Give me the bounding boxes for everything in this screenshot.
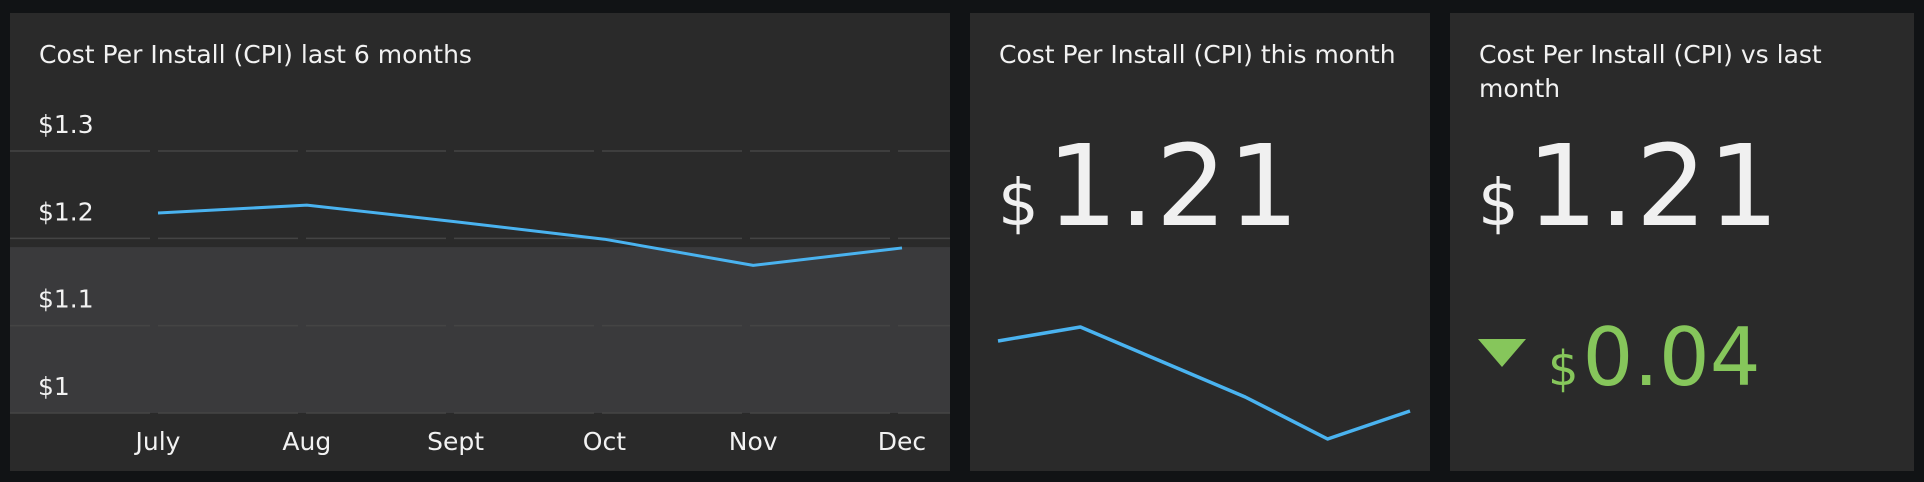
cpi-trend-panel: $1.3 $1.2 $1.1 $1 July Aug Sept Oct Nov Dec Cost … bbox=[10, 13, 950, 471]
x-tick-label: Sept bbox=[427, 427, 484, 456]
vs-last-panel-title: Cost Per Install (CPI) vs last month bbox=[1479, 40, 1822, 103]
vs-last-value: $1.21 bbox=[1478, 131, 1780, 243]
this-month-sparkline bbox=[997, 325, 1411, 441]
trend-panel-title: Cost Per Install (CPI) last 6 months bbox=[39, 40, 472, 69]
triangle-down-icon bbox=[1478, 339, 1526, 367]
currency-symbol: $ bbox=[1478, 167, 1519, 241]
cpi-vs-last-month-panel: Cost Per Install (CPI) vs last month $1.… bbox=[1450, 13, 1914, 471]
cpi-trend-chart: $1.3 $1.2 $1.1 $1 July Aug Sept Oct Nov Dec bbox=[10, 110, 950, 456]
x-tick-label: Dec bbox=[878, 427, 926, 456]
delta-value: 0.04 bbox=[1582, 311, 1761, 404]
y-tick-label: $1.2 bbox=[38, 197, 94, 226]
x-tick-label: July bbox=[134, 427, 181, 456]
sparkline-series bbox=[997, 325, 1411, 441]
y-tick-label: $1 bbox=[38, 372, 70, 401]
y-tick-label: $1.3 bbox=[38, 110, 94, 139]
target-band bbox=[10, 247, 950, 413]
x-tick-label: Oct bbox=[583, 427, 626, 456]
y-tick-label: $1.1 bbox=[38, 285, 94, 314]
delta-currency-symbol: $ bbox=[1548, 341, 1579, 397]
vs-last-number: 1.21 bbox=[1526, 122, 1781, 252]
delta-indicator: $0.04 bbox=[1478, 318, 1761, 398]
x-tick-label: Aug bbox=[282, 427, 331, 456]
x-tick-label: Nov bbox=[729, 427, 778, 456]
cpi-this-month-panel: Cost Per Install (CPI) this month $1.21 bbox=[970, 13, 1430, 471]
